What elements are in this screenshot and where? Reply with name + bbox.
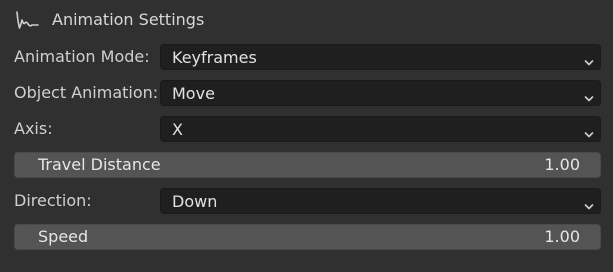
object-animation-row: Object Animation: Move [0, 80, 613, 106]
travel-distance-label: Travel Distance [38, 155, 161, 174]
travel-distance-row: Travel Distance 1.00 [0, 152, 613, 178]
direction-dropdown[interactable]: Down [160, 188, 601, 214]
chevron-down-icon [584, 89, 594, 102]
travel-distance-slider[interactable]: Travel Distance 1.00 [14, 152, 601, 178]
object-animation-value: Move [172, 84, 215, 103]
animation-mode-value: Keyframes [172, 48, 257, 67]
fcurve-wave-icon [14, 9, 40, 31]
panel-header[interactable]: Animation Settings [0, 0, 613, 40]
direction-label: Direction: [14, 191, 92, 210]
travel-distance-value: 1.00 [544, 155, 580, 174]
speed-value: 1.00 [544, 227, 580, 246]
speed-slider[interactable]: Speed 1.00 [14, 224, 601, 250]
chevron-down-icon [584, 53, 594, 66]
object-animation-dropdown[interactable]: Move [160, 80, 601, 106]
axis-row: Axis: X [0, 116, 613, 142]
animation-mode-dropdown[interactable]: Keyframes [160, 44, 601, 70]
chevron-down-icon [584, 197, 594, 210]
object-animation-label: Object Animation: [14, 83, 159, 102]
chevron-down-icon [584, 125, 594, 138]
animation-mode-row: Animation Mode: Keyframes [0, 44, 613, 70]
speed-label: Speed [38, 227, 89, 246]
axis-value: X [172, 120, 183, 139]
axis-dropdown[interactable]: X [160, 116, 601, 142]
direction-value: Down [172, 192, 218, 211]
panel-title: Animation Settings [52, 10, 205, 29]
animation-settings-panel: Animation Settings Animation Mode: Keyfr… [0, 0, 613, 272]
direction-row: Direction: Down [0, 188, 613, 214]
speed-row: Speed 1.00 [0, 224, 613, 250]
axis-label: Axis: [14, 119, 53, 138]
animation-mode-label: Animation Mode: [14, 47, 150, 66]
